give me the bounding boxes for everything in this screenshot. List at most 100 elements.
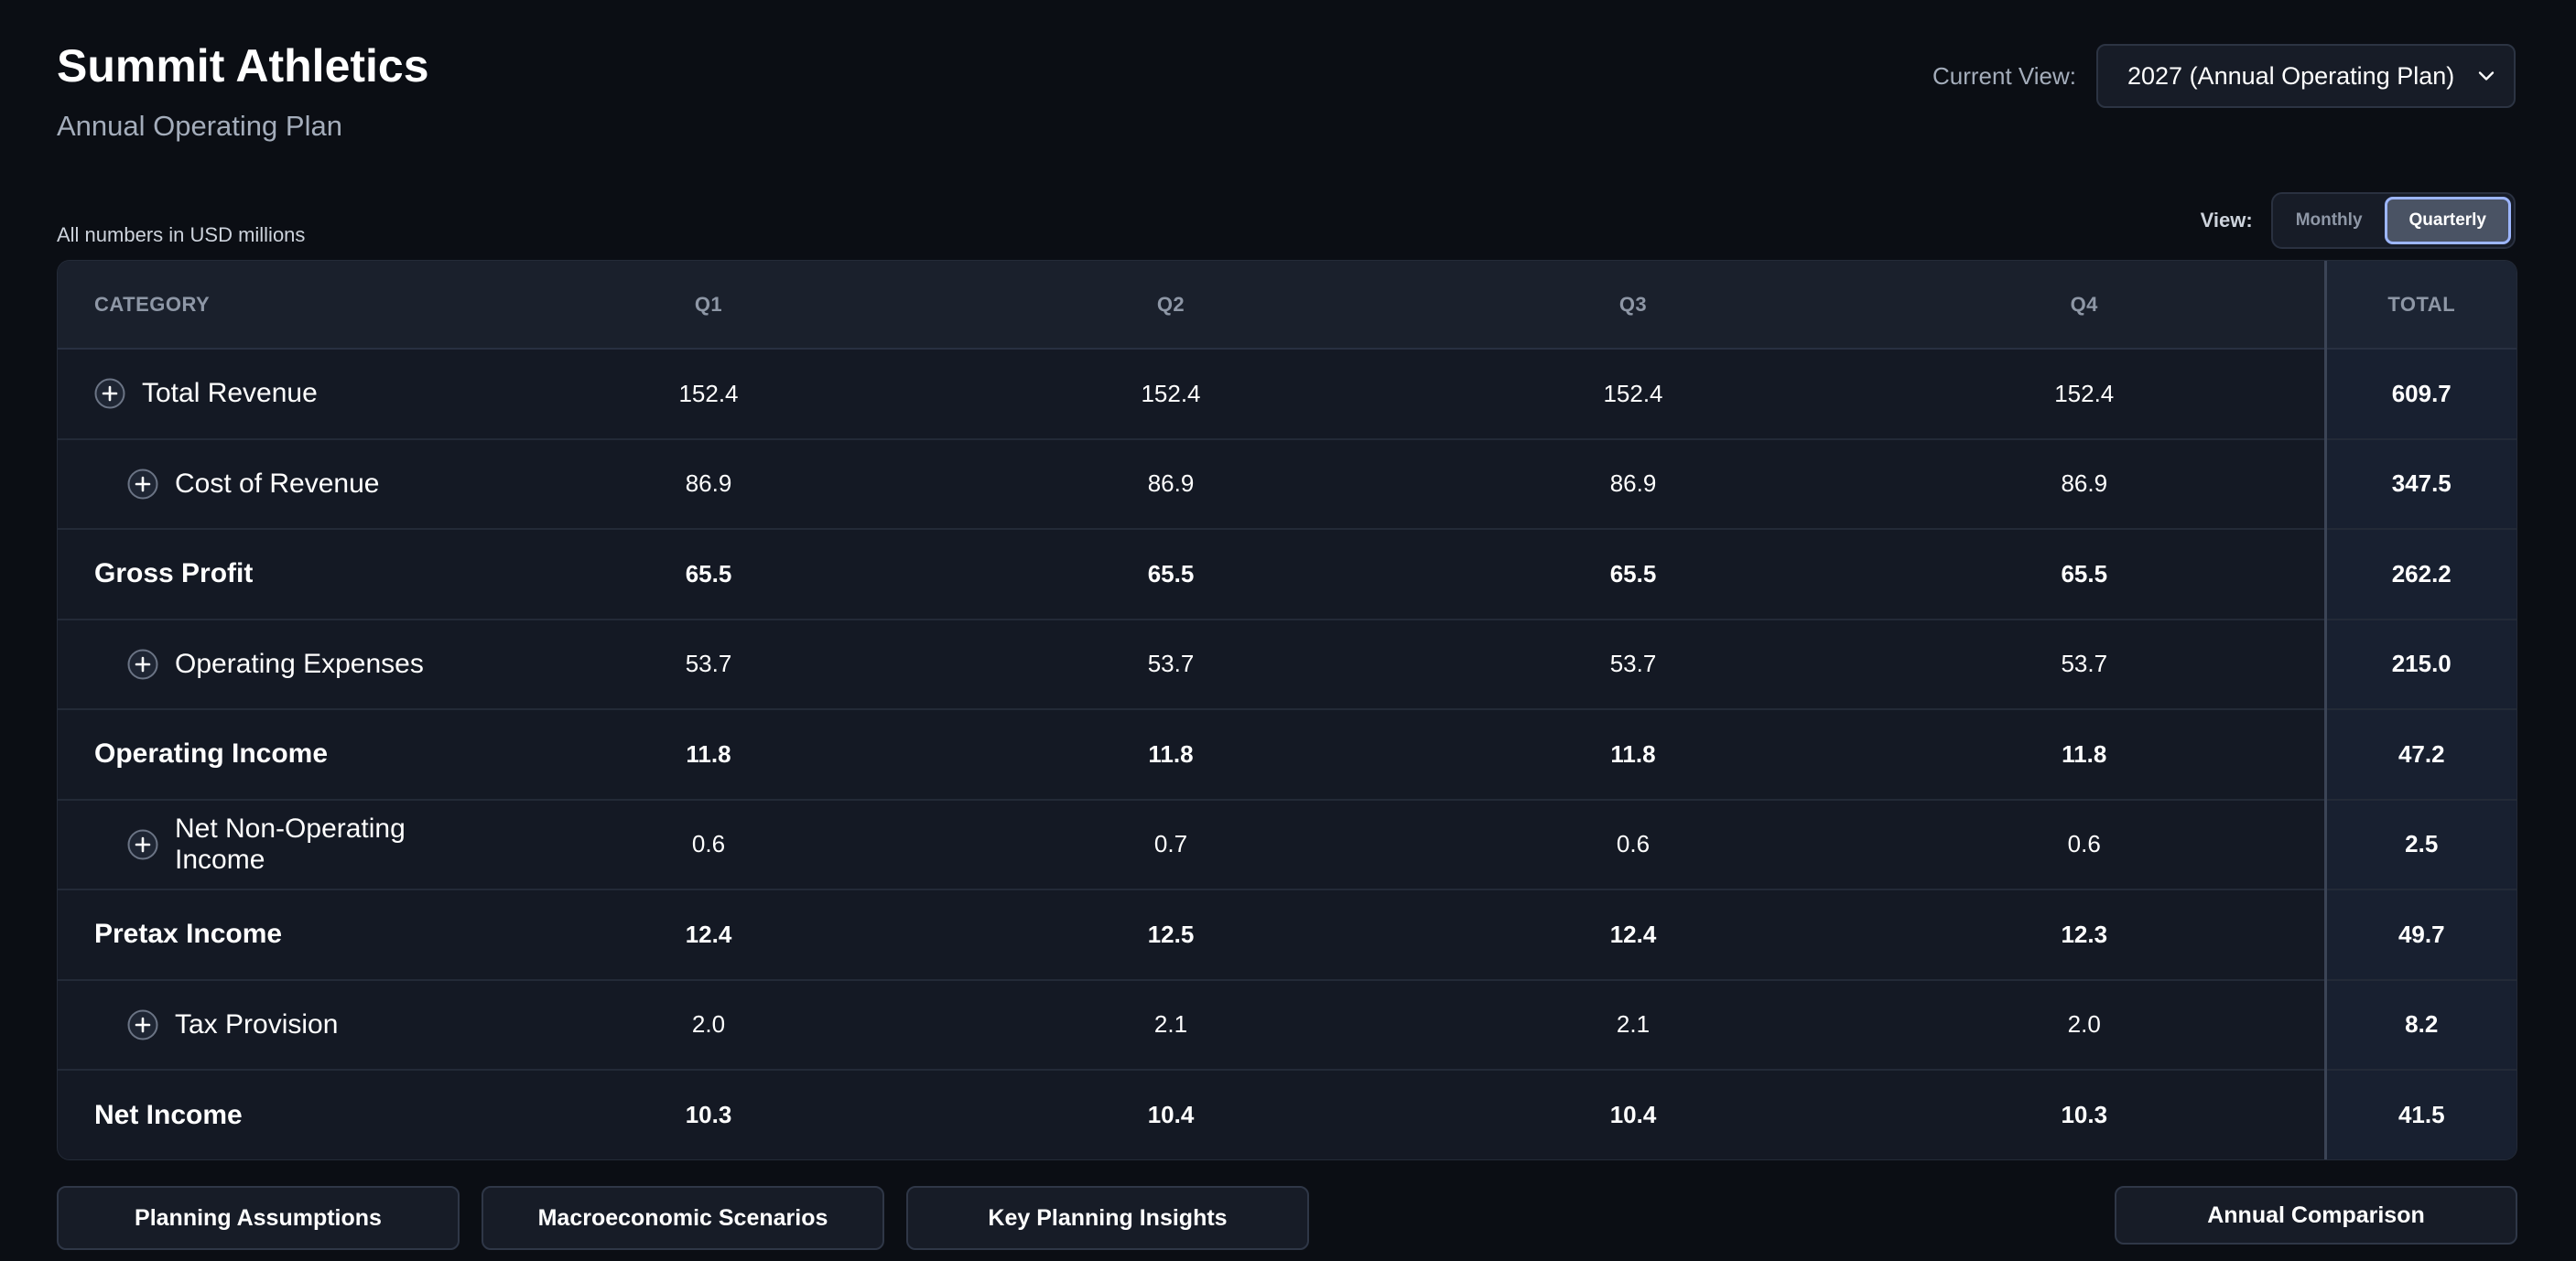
current-view-value: 2027 (Annual Operating Plan) <box>2127 61 2455 90</box>
page-title: Summit Athletics <box>57 40 429 92</box>
cell-q1: 0.6 <box>691 830 726 858</box>
column-header-q4: Q4 <box>1845 261 2325 350</box>
row-label: Total Revenue <box>142 378 318 409</box>
row-label: Net Income <box>94 1099 243 1130</box>
income-statement-table: CATEGORY Q1 Q2 Q3 Q4 TOTAL Total Revenue… <box>57 260 2517 1160</box>
units-note: All numbers in USD millions <box>57 223 306 246</box>
table-row: Gross Profit 65.5 65.5 65.5 65.5 262.2 <box>58 529 2516 620</box>
cell-q2: 11.8 <box>1148 739 1194 768</box>
row-category-cell: Total Revenue <box>58 349 497 439</box>
column-header-q3: Q3 <box>1422 261 1845 350</box>
table-row: Net Income 10.3 10.4 10.4 10.3 41.5 <box>58 1070 2516 1159</box>
table-row: Operating Income 11.8 11.8 11.8 11.8 47.… <box>58 709 2516 800</box>
row-category-cell: Operating Income <box>58 709 497 800</box>
cell-q3: 2.1 <box>1616 1010 1651 1039</box>
cell-total: 2.5 <box>2323 799 2516 889</box>
cell-q4: 152.4 <box>2054 379 2115 407</box>
current-view-select[interactable]: 2027 (Annual Operating Plan) <box>2096 44 2516 108</box>
header: Summit Athletics Annual Operating Plan <box>57 37 429 146</box>
cell-q4: 0.6 <box>2067 830 2101 858</box>
view-monthly-button[interactable]: Monthly <box>2276 197 2383 244</box>
row-label: Tax Provision <box>175 1008 339 1040</box>
cell-q3: 65.5 <box>1609 559 1657 587</box>
page: Summit Athletics Annual Operating Plan C… <box>0 0 2576 1261</box>
row-label: Gross Profit <box>94 558 254 589</box>
row-category-cell: Operating Expenses <box>58 620 497 710</box>
cell-q2: 53.7 <box>1147 650 1195 678</box>
column-header-q2: Q2 <box>920 261 1422 350</box>
chevron-down-icon <box>2478 71 2495 81</box>
planning-assumptions-button[interactable]: Planning Assumptions <box>57 1186 460 1250</box>
cell-q1: 12.4 <box>685 920 732 948</box>
current-view-label: Current View: <box>1932 61 2076 90</box>
expand-plus-icon[interactable] <box>94 378 125 409</box>
view-quarterly-button[interactable]: Quarterly <box>2384 197 2511 244</box>
cell-q1: 2.0 <box>691 1010 726 1039</box>
cell-q2: 10.4 <box>1147 1101 1195 1129</box>
cell-q1: 152.4 <box>678 379 739 407</box>
expand-plus-icon[interactable] <box>127 649 158 680</box>
row-category-cell: Net Non-Operating Income <box>58 800 497 890</box>
cell-total: 262.2 <box>2323 529 2516 620</box>
column-header-total: TOTAL <box>2323 261 2516 350</box>
cell-q2: 0.7 <box>1153 830 1188 858</box>
cell-total: 41.5 <box>2323 1070 2516 1159</box>
cell-q1: 86.9 <box>685 469 732 498</box>
cell-total: 49.7 <box>2323 889 2516 980</box>
column-header-category: CATEGORY <box>58 261 497 350</box>
cell-q3: 12.4 <box>1609 920 1657 948</box>
cell-q3: 11.8 <box>1610 739 1656 768</box>
table-row: Operating Expenses 53.7 53.7 53.7 53.7 2… <box>58 619 2516 710</box>
cell-q1: 10.3 <box>685 1101 732 1129</box>
table-row: Net Non-Operating Income 0.6 0.7 0.6 0.6… <box>58 799 2516 890</box>
cell-q4: 86.9 <box>2061 469 2108 498</box>
cell-q3: 53.7 <box>1609 650 1657 678</box>
macroeconomic-scenarios-button[interactable]: Macroeconomic Scenarios <box>482 1186 884 1250</box>
cell-q3: 10.4 <box>1609 1101 1657 1129</box>
cell-q2: 65.5 <box>1147 559 1195 587</box>
cell-total: 215.0 <box>2323 619 2516 709</box>
expand-plus-icon[interactable] <box>127 1009 158 1040</box>
cell-q4: 11.8 <box>2062 739 2107 768</box>
view-toggle-group: Monthly Quarterly <box>2270 192 2516 249</box>
cell-q1: 65.5 <box>685 559 732 587</box>
column-header-q1: Q1 <box>497 261 920 350</box>
row-label: Pretax Income <box>94 919 283 950</box>
cell-q3: 86.9 <box>1609 469 1657 498</box>
annual-comparison-button[interactable]: Annual Comparison <box>2115 1186 2517 1245</box>
table-row: Pretax Income 12.4 12.5 12.4 12.3 49.7 <box>58 889 2516 980</box>
key-planning-insights-button[interactable]: Key Planning Insights <box>906 1186 1309 1250</box>
cell-q3: 152.4 <box>1603 379 1663 407</box>
cell-total: 8.2 <box>2323 979 2516 1070</box>
cell-q2: 152.4 <box>1141 379 1201 407</box>
row-label: Operating Income <box>94 738 329 770</box>
row-category-cell: Pretax Income <box>58 889 497 980</box>
row-label: Net Non-Operating Income <box>175 813 406 875</box>
row-category-cell: Gross Profit <box>58 529 497 620</box>
cell-q2: 2.1 <box>1153 1010 1188 1039</box>
table-row: Tax Provision 2.0 2.1 2.1 2.0 8.2 <box>58 979 2516 1071</box>
row-label: Cost of Revenue <box>175 468 380 499</box>
page-subtitle: Annual Operating Plan <box>57 110 342 142</box>
row-category-cell: Cost of Revenue <box>58 439 497 530</box>
expand-plus-icon[interactable] <box>127 829 158 860</box>
cell-q4: 65.5 <box>2061 559 2108 587</box>
row-category-cell: Tax Provision <box>58 980 497 1071</box>
cell-q2: 86.9 <box>1147 469 1195 498</box>
cell-q4: 53.7 <box>2061 650 2108 678</box>
view-toggle-label: View: <box>2200 209 2253 232</box>
expand-plus-icon[interactable] <box>127 469 158 500</box>
cell-q4: 12.3 <box>2061 920 2108 948</box>
cell-q1: 53.7 <box>685 650 732 678</box>
cell-q4: 10.3 <box>2061 1101 2108 1129</box>
row-category-cell: Net Income <box>58 1070 497 1159</box>
cell-total: 347.5 <box>2323 438 2516 529</box>
cell-total: 609.7 <box>2323 349 2516 439</box>
view-toggle: View: Monthly Quarterly <box>2201 192 2516 249</box>
row-label: Operating Expenses <box>175 648 424 679</box>
cell-q2: 12.5 <box>1147 920 1195 948</box>
plan-table: CATEGORY Q1 Q2 Q3 Q4 TOTAL Total Revenue… <box>58 261 2516 1159</box>
table-row: Total Revenue 152.4 152.4 152.4 152.4 60… <box>58 349 2516 439</box>
cell-q4: 2.0 <box>2067 1010 2101 1039</box>
cell-total: 47.2 <box>2323 709 2516 800</box>
